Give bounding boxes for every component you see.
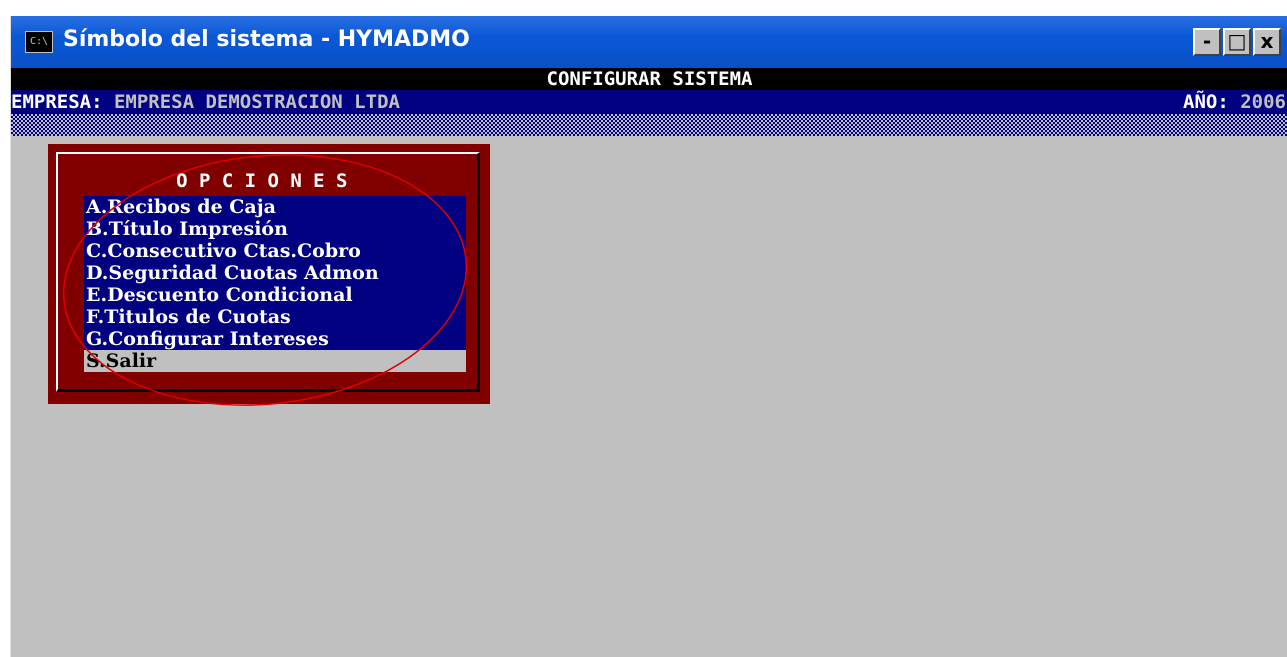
year-info: AÑO: 2006 <box>1183 90 1286 114</box>
window-title: Símbolo del sistema - HYMADMO <box>63 27 470 52</box>
screen-title-bar: CONFIGURAR SISTEMA <box>11 68 1287 90</box>
dither-separator <box>11 114 1287 136</box>
minimize-button[interactable]: - <box>1193 28 1221 56</box>
company-value: EMPRESA DEMOSTRACION LTDA <box>113 91 400 113</box>
company-info: EMPRESA: EMPRESA DEMOSTRACION LTDA <box>11 90 400 114</box>
title-bar[interactable]: C:\ Símbolo del sistema - HYMADMO - □ x <box>11 16 1287 68</box>
year-value: 2006 <box>1240 91 1286 113</box>
annotation-ellipse <box>62 154 468 406</box>
close-button[interactable]: x <box>1253 28 1281 56</box>
company-label: EMPRESA: <box>11 91 103 113</box>
year-label: AÑO: <box>1183 91 1229 113</box>
company-bar: EMPRESA: EMPRESA DEMOSTRACION LTDA AÑO: … <box>11 90 1287 114</box>
maximize-button[interactable]: □ <box>1223 28 1251 56</box>
screen-title: CONFIGURAR SISTEMA <box>546 68 753 90</box>
console-icon[interactable]: C:\ <box>25 31 53 53</box>
